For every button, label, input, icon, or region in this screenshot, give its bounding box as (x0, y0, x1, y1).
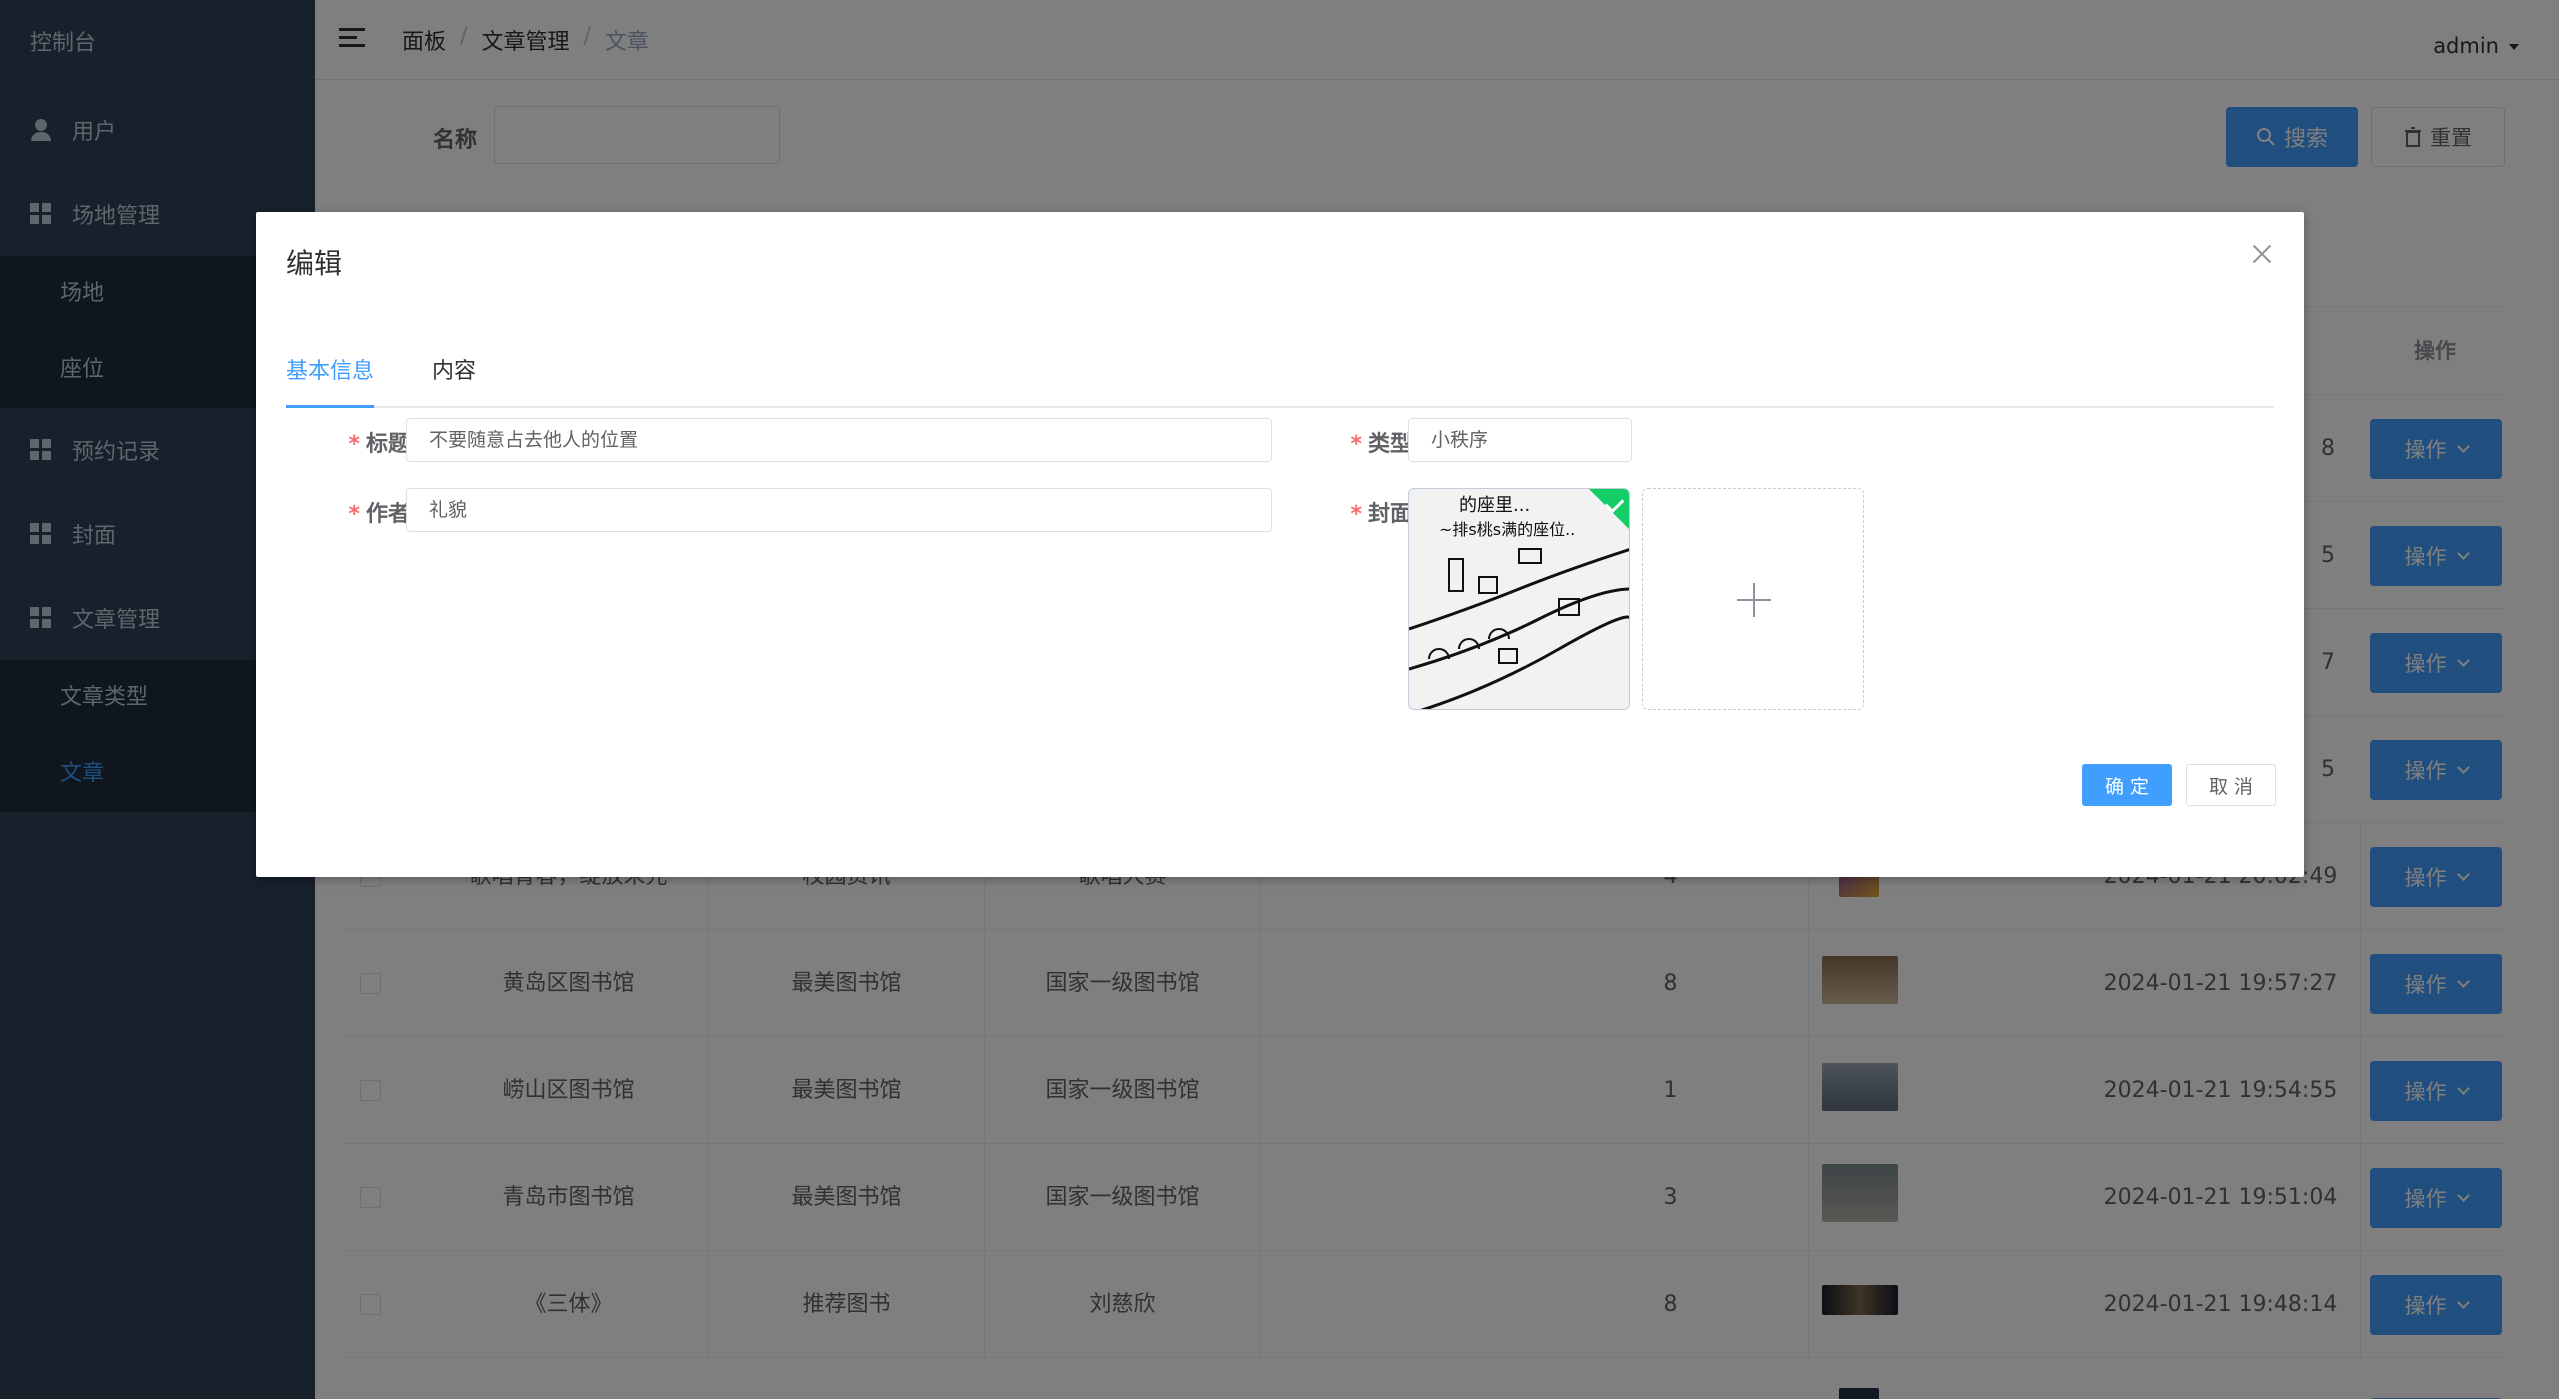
dialog-tabs: 基本信息 内容 (286, 352, 2274, 408)
upload-add-button[interactable] (1642, 488, 1864, 710)
upload-success-check-icon (1589, 489, 1629, 529)
title-field[interactable]: 不要随意占去他人的位置 (406, 418, 1272, 462)
cover-image-preview[interactable]: 的座里... ~排s桃s满的座位.. (1408, 488, 1630, 710)
author-label: * 作者 (348, 502, 410, 527)
svg-text:~排s桃s满的座位..: ~排s桃s满的座位.. (1439, 520, 1575, 539)
cancel-button[interactable]: 取 消 (2186, 764, 2276, 806)
confirm-button[interactable]: 确 定 (2082, 764, 2172, 806)
tab-content[interactable]: 内容 (432, 352, 476, 408)
close-icon[interactable] (2250, 242, 2274, 266)
cover-label: * 封面 (1350, 502, 1412, 527)
type-select[interactable]: 小秩序 (1408, 418, 1632, 462)
tab-basic-info[interactable]: 基本信息 (286, 352, 375, 408)
svg-text:的座里...: 的座里... (1459, 495, 1530, 516)
title-label: * 标题 (348, 432, 410, 457)
dialog-title: 编辑 (286, 247, 343, 280)
type-label: * 类型 (1350, 432, 1412, 457)
author-field[interactable]: 礼貌 (406, 488, 1272, 532)
edit-dialog: 编辑 基本信息 内容 * 标题 不要随意占去他人的位置 * 类型 小秩序 * 作者 礼… (256, 212, 2304, 877)
